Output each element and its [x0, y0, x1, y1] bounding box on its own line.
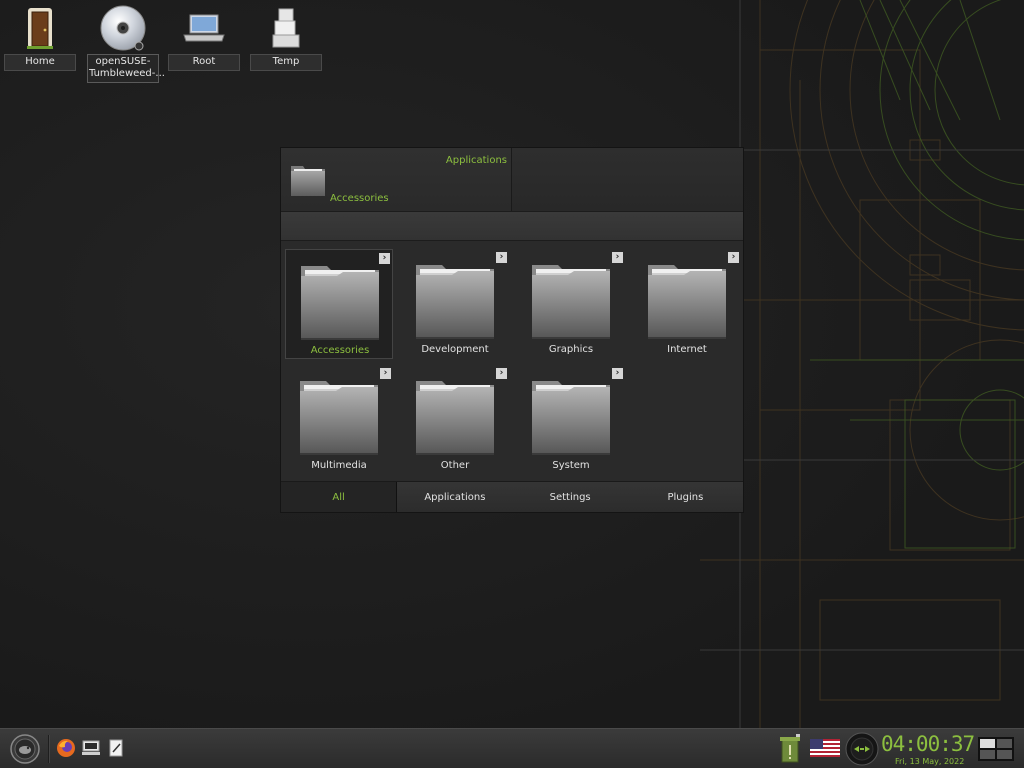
category-label: Development — [421, 344, 489, 355]
door-icon — [14, 4, 66, 52]
desktop: Home openSUSE-Tumbleweed-... Root Temp A… — [0, 0, 1024, 768]
menu-header-panel — [512, 148, 743, 211]
menu-header: Applications Accessories — [281, 148, 743, 211]
us-flag-icon[interactable] — [810, 739, 840, 761]
text-editor-icon[interactable] — [105, 737, 127, 759]
trash-icon[interactable] — [778, 734, 802, 768]
desktop-icon-root[interactable]: Root — [166, 4, 242, 71]
terminal-icon[interactable] — [80, 737, 102, 759]
desktop-icon-temp[interactable]: Temp — [248, 4, 324, 71]
chevron-right-icon[interactable]: › — [728, 252, 739, 263]
category-grid: › Accessories › Development › Graphics ›… — [281, 242, 743, 480]
folder-icon — [414, 259, 496, 345]
category-label: Other — [440, 460, 470, 471]
chevron-right-icon[interactable]: › — [380, 368, 391, 379]
category-system[interactable]: › System — [517, 365, 625, 475]
folder-icon — [530, 375, 612, 461]
category-label: Accessories — [310, 345, 370, 356]
category-graphics[interactable]: › Graphics — [517, 249, 625, 359]
category-label: Internet — [667, 344, 707, 355]
boxes-icon — [260, 4, 312, 52]
chevron-right-icon[interactable]: › — [496, 368, 507, 379]
menu-tab-bar: All Applications Settings Plugins — [281, 481, 743, 512]
folder-icon — [646, 259, 728, 345]
clock-date: Fri, 13 May, 2022 — [895, 757, 965, 766]
tab-settings[interactable]: Settings — [512, 482, 628, 512]
desktop-icon-home[interactable]: Home — [2, 4, 78, 71]
desktop-icon-opensuse-media[interactable]: openSUSE-Tumbleweed-... — [85, 4, 165, 83]
desktop-icon-label: Temp — [250, 54, 322, 71]
category-development[interactable]: › Development — [401, 249, 509, 359]
tab-applications[interactable]: Applications — [397, 482, 513, 512]
menu-search-bar[interactable] — [281, 211, 743, 241]
menu-header-title: Applications — [445, 155, 507, 166]
cdrom-icon — [97, 4, 149, 52]
taskbar: 04:00:37 Fri, 13 May, 2022 — [0, 728, 1024, 768]
menu-header-subtitle: Accessories — [330, 193, 389, 204]
firefox-icon[interactable] — [55, 737, 77, 759]
folder-icon — [290, 163, 326, 201]
clock-time[interactable]: 04:00:37 — [881, 732, 975, 756]
desktop-icon-label: Root — [168, 54, 240, 71]
menu-header-info: Applications Accessories — [281, 148, 512, 211]
folder-icon — [299, 260, 381, 346]
opensuse-logo-icon — [10, 734, 40, 764]
chevron-right-icon[interactable]: › — [612, 368, 623, 379]
category-label: Multimedia — [311, 460, 367, 471]
application-menu: Applications Accessories › Accessories ›… — [280, 147, 744, 513]
folder-icon — [414, 375, 496, 461]
tab-plugins[interactable]: Plugins — [627, 482, 743, 512]
category-multimedia[interactable]: › Multimedia — [285, 365, 393, 475]
desktop-icon-label: openSUSE-Tumbleweed-... — [87, 54, 165, 83]
chevron-right-icon[interactable]: › — [612, 252, 623, 263]
chevron-right-icon[interactable]: › — [379, 253, 390, 264]
category-internet[interactable]: › Internet — [633, 249, 741, 359]
category-label: Graphics — [548, 344, 594, 355]
folder-icon — [298, 375, 380, 461]
desktop-icon-label: Home — [4, 54, 76, 71]
category-accessories[interactable]: › Accessories — [285, 249, 393, 359]
chevron-right-icon[interactable]: › — [496, 252, 507, 263]
workspace-switcher-icon[interactable] — [978, 737, 1014, 765]
blueprint-wallpaper-art — [700, 0, 1024, 728]
folder-icon — [530, 259, 612, 345]
laptop-icon — [178, 4, 230, 52]
taskbar-separator — [48, 735, 50, 763]
start-menu-button[interactable] — [6, 733, 44, 765]
media-player-icon[interactable] — [845, 732, 879, 768]
category-label: System — [552, 460, 590, 471]
tab-all[interactable]: All — [281, 482, 398, 512]
category-other[interactable]: › Other — [401, 365, 509, 475]
